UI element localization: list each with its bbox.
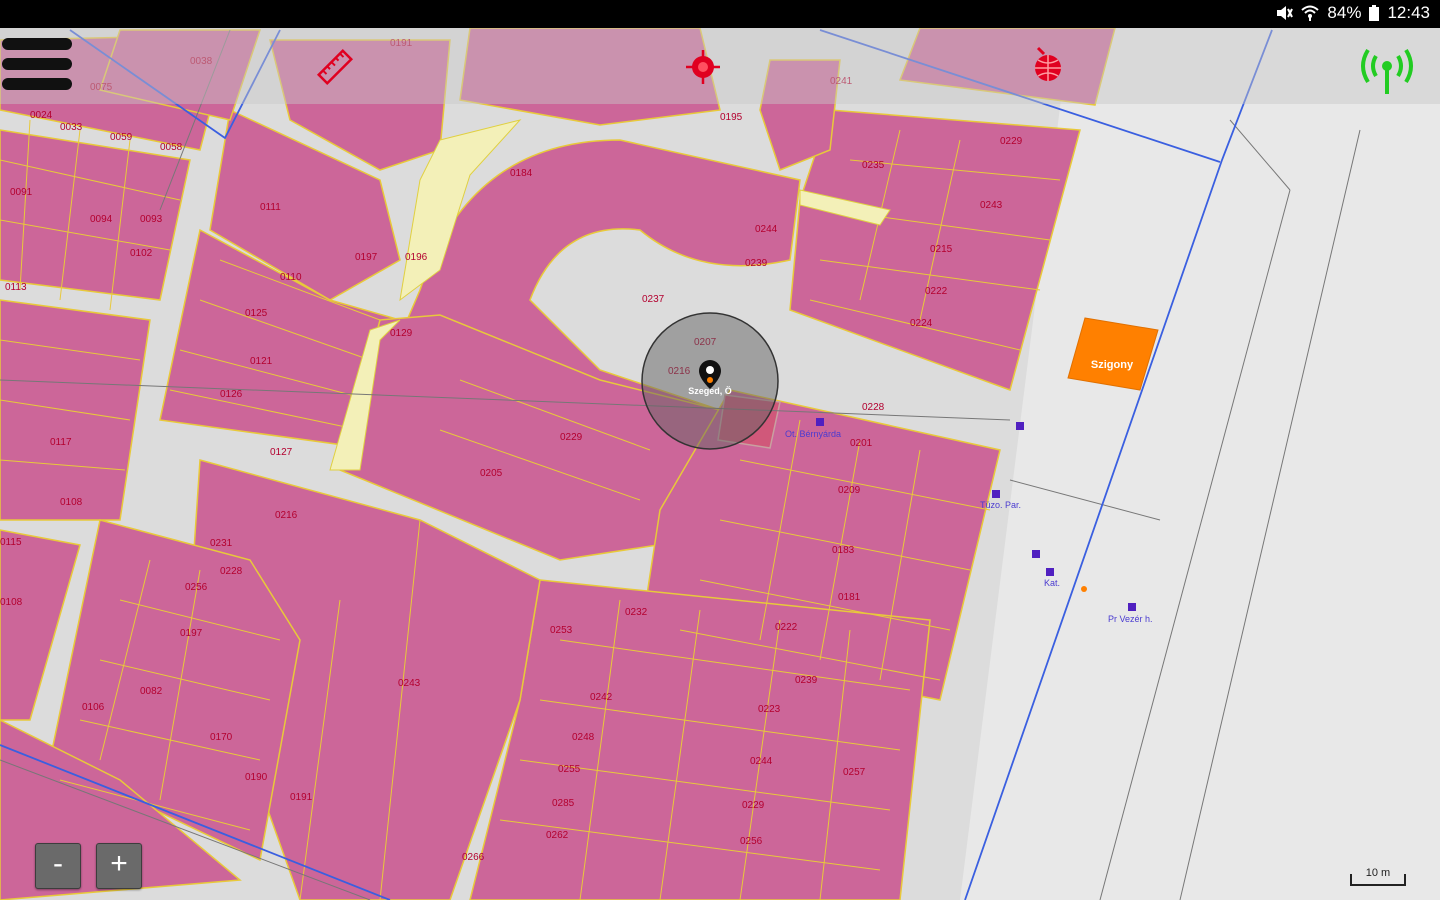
parcel-number-label: 0231 bbox=[210, 538, 233, 549]
poi-label: Tüzo. Par. bbox=[980, 500, 1021, 510]
parcel-number-label: 0228 bbox=[220, 566, 243, 577]
poi-marker bbox=[1081, 586, 1087, 592]
parcel-number-label: 0256 bbox=[740, 836, 763, 847]
poi-marker bbox=[992, 490, 1000, 498]
map-canvas[interactable]: Szigony Ot. Bérnyárda Tüzo. Par. Kat. Pr… bbox=[0, 28, 1440, 900]
parcel-number-label: 0201 bbox=[850, 438, 873, 449]
parcel-number-label: 0183 bbox=[832, 545, 855, 556]
parcel-number-label: 0091 bbox=[10, 187, 33, 198]
parcel-number-label: 0127 bbox=[270, 447, 293, 458]
poi-marker bbox=[1016, 422, 1024, 430]
parcel-number-label: 0190 bbox=[245, 772, 268, 783]
parcel-number-label: 0243 bbox=[398, 678, 421, 689]
crosshair-target-icon[interactable] bbox=[684, 48, 722, 90]
parcel-number-label: 0117 bbox=[50, 437, 72, 448]
parcel-number-label: 0256 bbox=[185, 582, 208, 593]
parcel-number-label: 0196 bbox=[405, 252, 428, 263]
parcel-number-label: 0195 bbox=[720, 112, 743, 123]
parcel-number-label: 0181 bbox=[838, 592, 861, 603]
parcel-number-label: 0191 bbox=[290, 792, 313, 803]
parcel-number-label: 0113 bbox=[5, 282, 27, 293]
parcel-number-label: 0197 bbox=[180, 628, 203, 639]
globe-icon[interactable] bbox=[1030, 46, 1066, 88]
parcel-number-label: 0224 bbox=[910, 318, 933, 329]
parcel-number-label: 0262 bbox=[546, 830, 569, 841]
poi-marker bbox=[1032, 550, 1040, 558]
parcel-number-label: 0222 bbox=[775, 622, 798, 633]
parcel-number-label: 0205 bbox=[480, 468, 503, 479]
parcel-number-label: 0255 bbox=[558, 764, 581, 775]
parcel-number-label: 0209 bbox=[838, 485, 861, 496]
parcel-number-label: 0058 bbox=[160, 142, 183, 153]
parcel-number-label: 0106 bbox=[82, 702, 105, 713]
parcel-number-label: 0110 bbox=[280, 272, 302, 283]
parcel-number-label: 0126 bbox=[220, 389, 243, 400]
hamburger-menu-icon[interactable] bbox=[2, 38, 72, 90]
parcel-number-label: 0121 bbox=[250, 356, 273, 367]
parcel-number-label: 0108 bbox=[60, 497, 83, 508]
parcel-number-label: 0232 bbox=[625, 607, 648, 618]
poi-label: Ot. Bérnyárda bbox=[785, 429, 841, 439]
parcel-number-label: 0024 bbox=[30, 110, 53, 121]
poi-marker bbox=[1046, 568, 1054, 576]
parcel-number-label: 0235 bbox=[862, 160, 885, 171]
parcel-number-label: 0239 bbox=[795, 675, 818, 686]
parcel-number-label: 0244 bbox=[750, 756, 773, 767]
poi-label: Kat. bbox=[1044, 578, 1060, 588]
parcel-number-label: 0125 bbox=[245, 308, 268, 319]
wifi-icon bbox=[1301, 5, 1320, 21]
current-location[interactable]: Szeged, Ö bbox=[641, 312, 779, 450]
battery-icon bbox=[1369, 5, 1380, 21]
parcel-number-label: 0197 bbox=[355, 252, 378, 263]
parcel-number-label: 0216 bbox=[275, 510, 298, 521]
zoom-in-button[interactable]: + bbox=[96, 843, 142, 889]
mute-icon bbox=[1275, 5, 1294, 21]
parcel-number-label: 0257 bbox=[843, 767, 866, 778]
zoom-out-button[interactable]: - bbox=[35, 843, 81, 889]
parcel-number-label: 0285 bbox=[552, 798, 575, 809]
parcel-number-label: 0184 bbox=[510, 168, 533, 179]
parcel-number-label: 0222 bbox=[925, 286, 948, 297]
parcel-number-label: 0108 bbox=[0, 597, 23, 608]
parcel-number-label: 0253 bbox=[550, 625, 573, 636]
location-label: Szeged, Ö bbox=[688, 386, 732, 396]
parcel-number-label: 0244 bbox=[755, 224, 778, 235]
parcel-number-label: 0243 bbox=[980, 200, 1003, 211]
poi-marker bbox=[816, 418, 824, 426]
parcel-number-label: 0229 bbox=[742, 800, 765, 811]
gps-signal-icon[interactable] bbox=[1358, 42, 1416, 100]
parcel-number-label: 0215 bbox=[930, 244, 953, 255]
parcel-number-label: 0102 bbox=[130, 248, 153, 259]
building-label: Szigony bbox=[1091, 359, 1134, 371]
scale-bar: 10 m bbox=[1350, 866, 1406, 886]
parcel-number-label: 0248 bbox=[572, 732, 595, 743]
parcel-number-label: 0093 bbox=[140, 214, 163, 225]
parcel-number-label: 0239 bbox=[745, 258, 768, 269]
parcel-number-label: 0229 bbox=[1000, 136, 1023, 147]
parcel-number-label: 0082 bbox=[140, 686, 163, 697]
parcel-number-label: 0229 bbox=[560, 432, 583, 443]
parcel-number-label: 0129 bbox=[390, 328, 413, 339]
parcel-number-label: 0242 bbox=[590, 692, 613, 703]
poi-marker bbox=[1128, 603, 1136, 611]
parcel-number-label: 0266 bbox=[462, 852, 485, 863]
parcel-number-label: 0111 bbox=[260, 202, 281, 213]
parcel-number-label: 0237 bbox=[642, 294, 665, 305]
poi-label: Pr Vezér h. bbox=[1108, 614, 1153, 624]
parcel-number-label: 0094 bbox=[90, 214, 113, 225]
parcel-number-label: 0059 bbox=[110, 132, 133, 143]
clock: 12:43 bbox=[1387, 3, 1430, 22]
parcel-number-label: 0033 bbox=[60, 122, 83, 133]
battery-percent: 84% bbox=[1327, 3, 1362, 22]
parcel-number-label: 0170 bbox=[210, 732, 233, 743]
parcel-number-label: 0228 bbox=[862, 402, 885, 413]
status-bar: 84% 12:43 bbox=[0, 0, 1440, 28]
parcel-number-label: 0223 bbox=[758, 704, 781, 715]
map-view[interactable]: Szigony Ot. Bérnyárda Tüzo. Par. Kat. Pr… bbox=[0, 28, 1440, 900]
parcel-number-label: 0115 bbox=[0, 537, 22, 548]
ruler-icon[interactable] bbox=[316, 48, 354, 90]
